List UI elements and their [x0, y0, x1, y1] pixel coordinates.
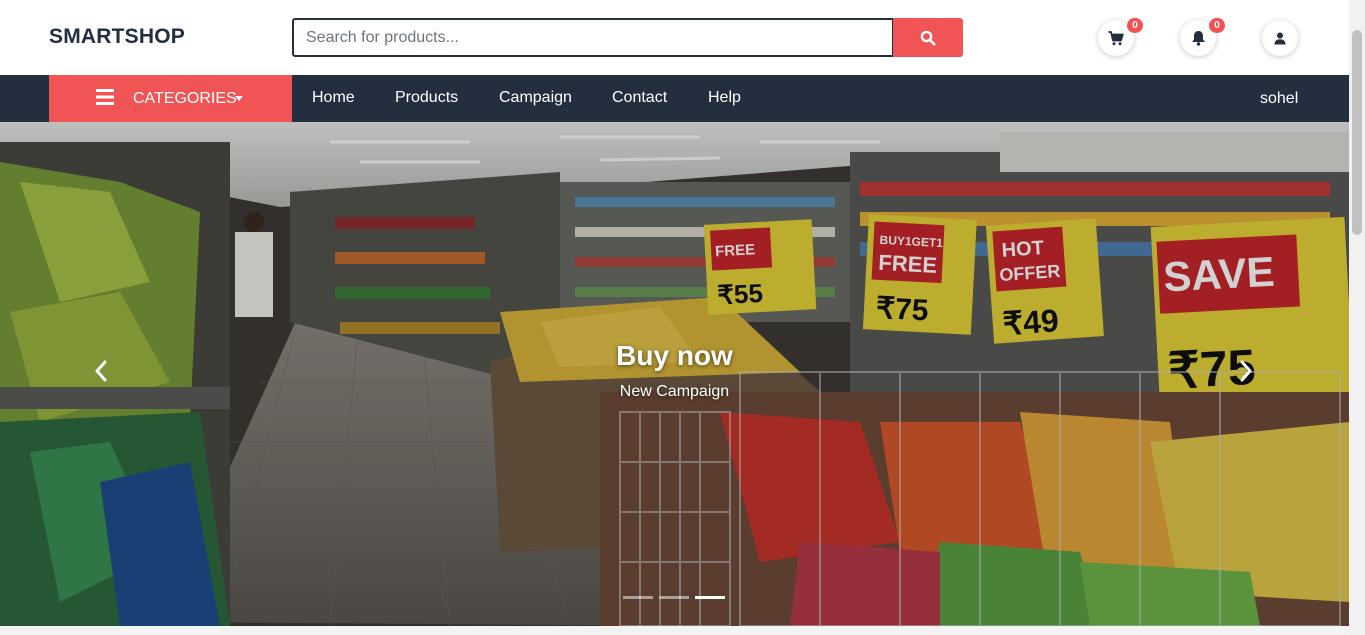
- user-icon: [1274, 32, 1286, 44]
- hero-caption-title: Buy now: [616, 340, 733, 371]
- hero-caption-subtitle: New Campaign: [619, 383, 730, 400]
- carousel-indicator-3[interactable]: [695, 596, 725, 599]
- bell-icon: [1191, 31, 1205, 46]
- carousel-indicator-1[interactable]: [623, 596, 653, 599]
- carousel-indicators: [623, 596, 725, 599]
- nav-link-contact[interactable]: Contact: [612, 89, 667, 107]
- below-hero-strip: [0, 626, 1349, 635]
- categories-dropdown-button[interactable]: CATEGORIES: [49, 75, 292, 122]
- search-icon: [920, 30, 936, 45]
- search-input[interactable]: [292, 18, 894, 57]
- categories-label: CATEGORIES: [133, 90, 237, 107]
- caret-down-icon: [235, 96, 243, 101]
- search-bar: [292, 18, 963, 57]
- page-scrollbar[interactable]: [1349, 0, 1365, 635]
- carousel-indicator-2[interactable]: [659, 596, 689, 599]
- nav-link-home[interactable]: Home: [312, 89, 355, 107]
- cart-icon: [1108, 30, 1124, 45]
- nav-link-campaign[interactable]: Campaign: [499, 89, 572, 107]
- page: SMARTSHOP 0 0: [0, 0, 1365, 635]
- nav-link-help[interactable]: Help: [708, 89, 741, 107]
- hero-dark-overlay: [0, 122, 1349, 626]
- main-navbar: CATEGORIES Home Products Campaign Contac…: [0, 75, 1349, 122]
- hero-carousel: FREE ₹55 BUY1GET1 FREE ₹75 HOT OFFER ₹49: [0, 122, 1349, 626]
- notifications-count-badge: 0: [1208, 17, 1226, 34]
- site-header: SMARTSHOP 0 0: [0, 0, 1349, 75]
- logged-in-username[interactable]: sohel: [1260, 90, 1298, 108]
- menu-bars-icon: [96, 89, 114, 105]
- nav-link-products[interactable]: Products: [395, 89, 458, 107]
- notifications-button[interactable]: 0: [1180, 17, 1226, 56]
- search-button[interactable]: [893, 18, 963, 57]
- scrollbar-thumb[interactable]: [1352, 30, 1362, 235]
- account-button[interactable]: [1262, 20, 1298, 56]
- cart-button[interactable]: 0: [1098, 17, 1144, 56]
- cart-count-badge: 0: [1126, 17, 1144, 34]
- brand-logo[interactable]: SMARTSHOP: [49, 25, 185, 49]
